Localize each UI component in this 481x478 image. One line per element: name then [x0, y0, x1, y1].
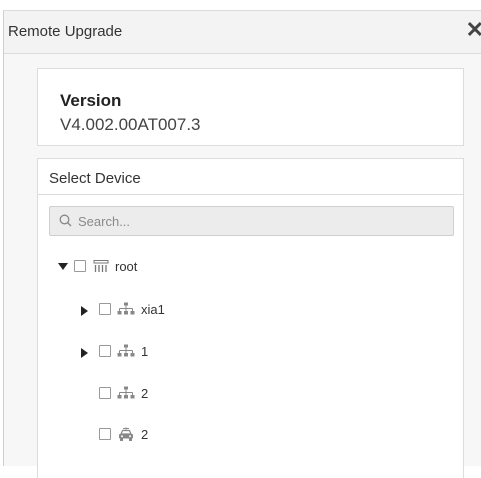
- node-label: root: [115, 259, 138, 274]
- expand-caret-icon[interactable]: [81, 348, 88, 358]
- dialog-titlebar: Remote Upgrade ✕: [4, 11, 481, 54]
- node-checkbox[interactable]: [99, 303, 111, 315]
- tree-node-xia1[interactable]: xia1: [38, 302, 465, 322]
- vehicle-icon: [119, 427, 133, 441]
- node-label: 2: [141, 386, 149, 401]
- node-label: xia1: [141, 302, 165, 317]
- search-box[interactable]: [49, 206, 454, 236]
- version-card: Version V4.002.00AT007.3: [37, 68, 464, 146]
- node-checkbox[interactable]: [99, 387, 111, 399]
- search-input[interactable]: [78, 207, 438, 235]
- node-label: 1: [141, 344, 149, 359]
- version-value: V4.002.00AT007.3: [60, 115, 201, 134]
- tree-node-1[interactable]: 1: [38, 344, 465, 364]
- select-device-panel: Select Device r: [37, 158, 464, 478]
- close-icon[interactable]: ✕: [466, 19, 481, 41]
- tree-node-2-vehicle[interactable]: 2: [38, 427, 465, 447]
- expand-caret-icon[interactable]: [58, 263, 68, 270]
- expand-caret-icon[interactable]: [81, 306, 88, 316]
- select-device-header: Select Device: [38, 159, 463, 195]
- node-checkbox[interactable]: [74, 260, 86, 272]
- tree-node-root[interactable]: root: [38, 259, 465, 279]
- node-label: 2: [141, 427, 149, 442]
- node-checkbox[interactable]: [99, 345, 111, 357]
- search-icon: [59, 214, 72, 227]
- remote-upgrade-dialog: Remote Upgrade ✕ Version V4.002.00AT007.…: [3, 10, 481, 478]
- network-org-icon: [117, 302, 135, 315]
- select-device-title: Select Device: [49, 170, 141, 187]
- dialog-title: Remote Upgrade: [8, 23, 123, 40]
- node-checkbox[interactable]: [99, 428, 111, 440]
- version-label: Version: [60, 91, 122, 110]
- device-group-icon: [93, 260, 109, 272]
- tree-node-2-org[interactable]: 2: [38, 386, 465, 406]
- network-org-icon: [117, 344, 135, 357]
- dialog-body: Version V4.002.00AT007.3 Select Device S…: [4, 54, 481, 478]
- network-org-icon: [117, 386, 135, 399]
